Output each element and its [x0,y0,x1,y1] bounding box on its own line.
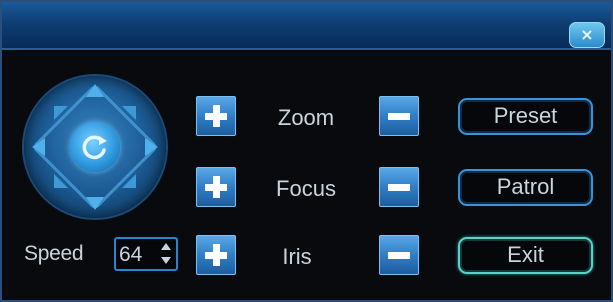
patrol-button[interactable]: Patrol [458,169,593,206]
focus-far-button[interactable] [379,167,419,207]
pan-up-arrow-icon[interactable] [86,84,104,97]
speed-value[interactable]: 64 [119,241,142,269]
speed-spinbox[interactable]: 64 [114,237,178,271]
preset-button[interactable]: Preset [458,98,593,135]
title-bar[interactable]: × [2,2,611,50]
close-button[interactable]: × [569,22,605,48]
minus-icon [388,184,410,191]
speed-stepper[interactable] [160,242,172,266]
auto-rotate-button[interactable] [70,122,120,172]
minus-icon [388,113,410,120]
pan-right-arrow-icon[interactable] [145,138,158,156]
ptz-control-window: × Speed 64 Zoom Focus Iris Preset Patrol… [0,0,613,302]
speed-decrease-icon[interactable] [161,257,171,264]
zoom-label: Zoom [277,105,335,130]
pan-left-arrow-icon[interactable] [32,138,45,156]
iris-label: Iris [282,244,312,269]
focus-near-button[interactable] [196,167,236,207]
minus-icon [388,252,410,259]
zoom-in-button[interactable] [196,96,236,136]
exit-button[interactable]: Exit [458,237,593,274]
iris-open-button[interactable] [196,235,236,275]
speed-label: Speed [24,242,84,265]
ptz-direction-pad [24,76,166,218]
zoom-out-button[interactable] [379,96,419,136]
focus-label: Focus [276,176,336,201]
speed-increase-icon[interactable] [161,243,171,250]
pan-down-arrow-icon[interactable] [86,197,104,210]
iris-close-button[interactable] [379,235,419,275]
rotate-icon [82,135,107,160]
